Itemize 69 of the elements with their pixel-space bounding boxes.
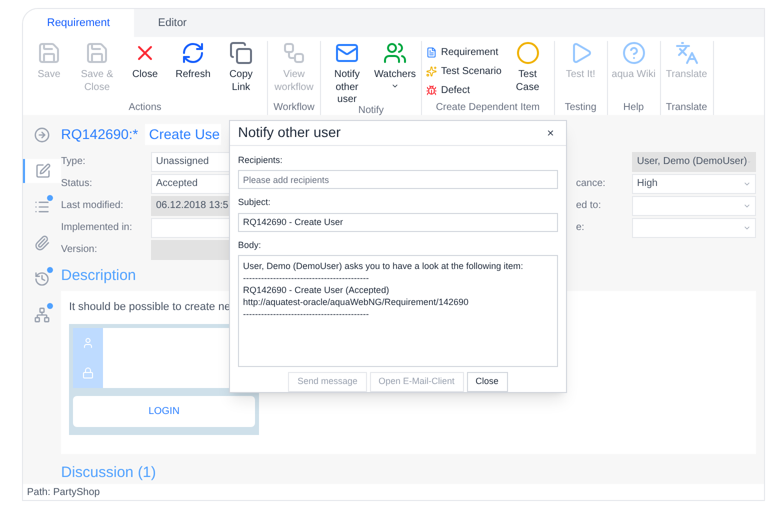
recipients-field[interactable]: Please add recipients <box>238 170 558 189</box>
field-label: Implemented in: <box>61 221 134 236</box>
group-label: Notify <box>358 104 384 118</box>
body-field[interactable] <box>238 255 558 367</box>
copy-icon <box>229 41 253 65</box>
sparkle-icon <box>426 66 437 77</box>
circle-icon <box>516 41 540 65</box>
field-label: cance: <box>576 177 606 192</box>
ribbon-button[interactable]: Test Case <box>506 41 550 94</box>
ribbon-button[interactable]: Test Scenario <box>426 64 502 79</box>
hierarchy-icon <box>34 307 50 323</box>
field-label: Body: <box>238 238 262 252</box>
close-button[interactable]: × <box>542 124 558 142</box>
field-label: ed to: <box>576 199 602 214</box>
group-label: Actions <box>128 101 162 115</box>
field-label: Version: <box>61 243 98 258</box>
section-heading: Description <box>61 266 136 286</box>
translate-icon <box>674 41 699 65</box>
save-icon <box>37 41 61 65</box>
sidebar-tab[interactable] <box>23 159 61 183</box>
ribbon-button[interactable]: Refresh <box>171 41 215 82</box>
paperclip-icon <box>34 235 50 251</box>
field-label: Last modified: <box>61 199 124 214</box>
field-label: e: <box>576 221 586 236</box>
ribbon-button[interactable]: Close <box>123 41 167 82</box>
document-icon <box>426 47 437 58</box>
group-label: Testing <box>564 101 596 115</box>
group-label: Workflow <box>274 101 314 115</box>
bug-icon <box>426 85 437 96</box>
body-line: ------------------------------------------ <box>243 272 369 284</box>
arrow-circle-icon <box>34 127 50 143</box>
workflow-icon <box>282 41 306 65</box>
ribbon-tab[interactable]: Editor <box>134 9 211 37</box>
group-label: Translate <box>666 101 708 115</box>
ribbon-tab[interactable]: Requirement <box>23 9 134 37</box>
form-field[interactable]: High <box>632 174 756 194</box>
ribbon-button[interactable]: Defect <box>426 83 502 98</box>
title-field[interactable]: Create Use <box>145 124 221 146</box>
subject-field[interactable]: RQ142690 - Create User <box>238 212 558 232</box>
form-field[interactable] <box>632 196 756 216</box>
lock-icon <box>82 366 94 379</box>
dialog-title: Notify other user <box>238 123 341 142</box>
body-line: RQ142690 - Create User (Accepted) <box>243 284 390 296</box>
history-icon <box>34 271 50 287</box>
ribbon-button[interactable]: Copy Link <box>219 41 263 94</box>
edit-icon <box>35 163 51 179</box>
item-id: RQ142690:* <box>61 125 140 144</box>
dialog-button[interactable]: Close <box>466 372 508 392</box>
help-icon <box>622 41 646 65</box>
people-icon <box>383 41 407 65</box>
ribbon-button[interactable]: Watchers <box>373 41 417 90</box>
body-line: ------------------------------------------ <box>243 308 369 320</box>
ribbon-button[interactable]: Requirement <box>426 45 502 60</box>
body-line: http://aquatest-oracle/aquaWebNG/Requirement/142690 <box>243 296 468 308</box>
group-label: Create Dependent Item <box>436 101 540 115</box>
section-heading: Discussion (1) <box>61 462 156 482</box>
refresh-icon <box>181 41 205 65</box>
status-bar-path: Path: PartyShop <box>26 486 100 500</box>
field-label: Subject: <box>238 196 271 209</box>
list-icon <box>34 199 50 215</box>
save-icon <box>85 41 109 65</box>
field-label: Status: <box>61 177 94 192</box>
user-icon <box>82 336 94 349</box>
form-field[interactable] <box>632 218 756 238</box>
envelope-icon <box>335 41 359 65</box>
ribbon-button[interactable]: Notify other user <box>325 41 369 106</box>
field-label: Type: <box>61 155 86 170</box>
group-label: Help <box>623 101 644 115</box>
body-line: User, Demo (DemoUser) asks you to have a look at the following item: <box>243 260 524 272</box>
